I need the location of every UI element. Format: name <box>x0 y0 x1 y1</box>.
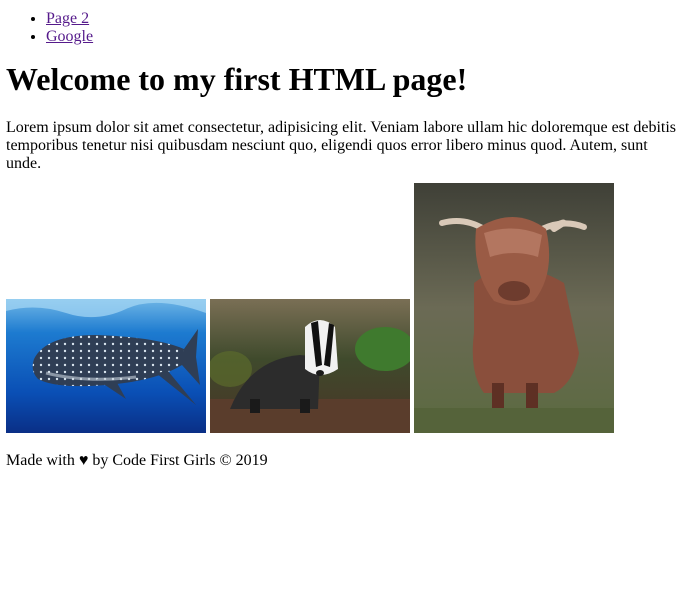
whale-shark-image <box>6 299 206 433</box>
heart-icon: ♥ <box>78 452 89 469</box>
nav-list: Page 2 Google <box>6 0 676 46</box>
footer-made-with: Made with <box>6 452 75 469</box>
page: Page 2 Google Welcome to my first HTML p… <box>0 0 682 470</box>
image-gallery <box>6 183 676 433</box>
highland-cow-image <box>414 183 614 433</box>
badger-image <box>210 299 410 433</box>
footer: Made with ♥ by Code First Girls © 2019 <box>6 452 676 470</box>
page-2-link[interactable]: Page 2 <box>46 10 89 27</box>
footer-copyright: © 2019 <box>219 452 268 469</box>
page-title: Welcome to my first HTML page! <box>6 61 468 97</box>
google-link[interactable]: Google <box>46 28 93 45</box>
footer-by-text: by Code First Girls <box>92 452 216 469</box>
nav-item-page-2: Page 2 <box>46 10 676 28</box>
nav-item-google: Google <box>46 28 676 46</box>
intro-paragraph: Lorem ipsum dolor sit amet consectetur, … <box>6 119 677 172</box>
